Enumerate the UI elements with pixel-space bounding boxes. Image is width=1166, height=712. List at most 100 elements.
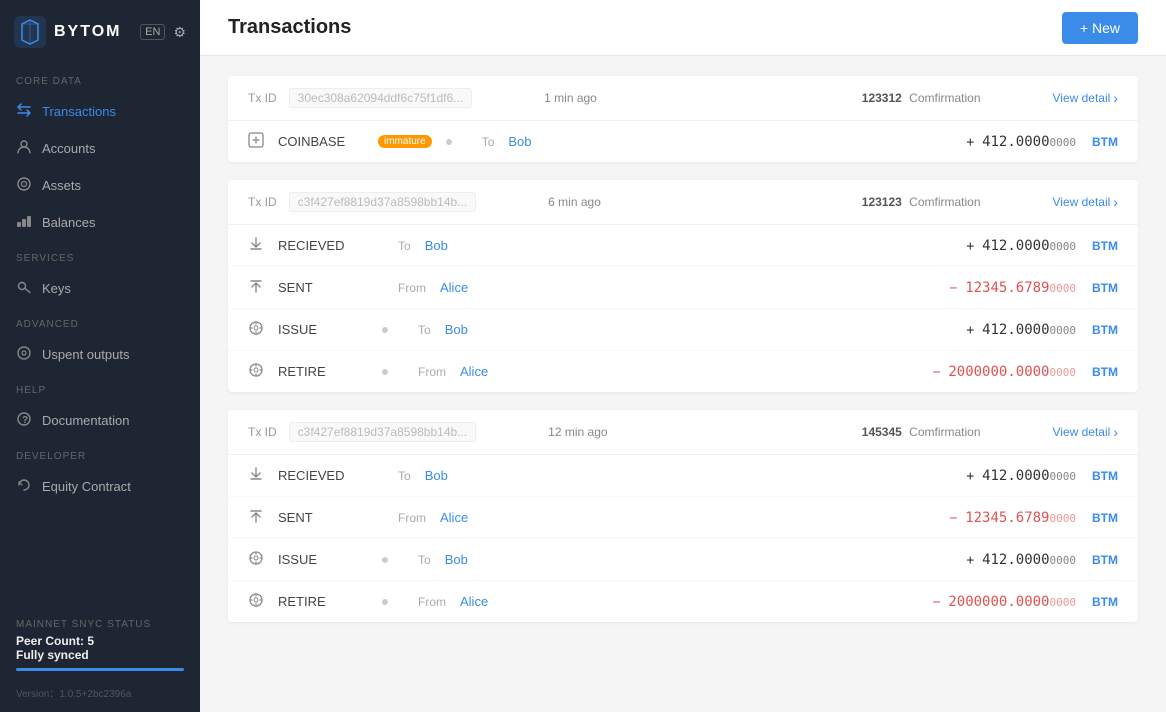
tx-id-label: Tx ID <box>248 195 277 209</box>
tx-direction-1-0: To <box>398 239 411 253</box>
tx-type-icon-1-2 <box>248 320 268 339</box>
tx-type-name-2-1: SENT <box>278 510 368 525</box>
tx-party-1-1[interactable]: Alice <box>440 280 468 295</box>
tx-id-label: Tx ID <box>248 425 277 439</box>
tx-time-1: 6 min ago <box>548 195 601 209</box>
tx-row-1-0: RECIEVED To Bob + 412.00000000 BTM <box>228 225 1138 267</box>
equity-contract-icon <box>16 477 32 496</box>
tx-amount-1-3: − 2000000.00000000 <box>933 364 1076 380</box>
tx-type-icon-0-0 <box>248 132 268 151</box>
tx-header-2: Tx ID c3f427ef8819d37a8598bb14b... 12 mi… <box>228 410 1138 455</box>
sync-progress-track <box>16 668 184 671</box>
sync-status-label: Fully synced <box>16 648 184 662</box>
tx-card-1: Tx ID c3f427ef8819d37a8598bb14b... 6 min… <box>228 180 1138 392</box>
tx-id-value-2: c3f427ef8819d37a8598bb14b... <box>289 422 477 442</box>
bytom-logo-icon <box>14 16 46 48</box>
assets-icon <box>16 176 32 195</box>
view-detail-2[interactable]: View detail › <box>1053 424 1119 440</box>
tx-id-value-0: 30ec308a62094ddf6c75f1df6... <box>289 88 472 108</box>
tx-amount-2-0: + 412.00000000 <box>966 468 1076 484</box>
new-button[interactable]: + New <box>1062 12 1138 44</box>
sidebar-item-accounts[interactable]: Accounts <box>0 130 200 167</box>
settings-icon[interactable]: ⚙ <box>173 24 186 41</box>
sidebar-item-documentation[interactable]: ? Documentation <box>0 402 200 439</box>
tx-party-1-0[interactable]: Bob <box>425 238 448 253</box>
tx-amount-2-2: + 412.00000000 <box>966 552 1076 568</box>
section-label-services: SERVICES <box>0 241 200 270</box>
tx-party-2-3[interactable]: Alice <box>460 594 488 609</box>
documentation-icon: ? <box>16 411 32 430</box>
tx-row-2-1: SENT From Alice − 12345.67890000 BTM <box>228 497 1138 539</box>
tx-type-icon-2-1 <box>248 508 268 527</box>
tx-currency-2-2: BTM <box>1092 553 1118 567</box>
view-detail-0[interactable]: View detail › <box>1053 90 1119 106</box>
sidebar-item-assets[interactable]: Assets <box>0 167 200 204</box>
language-badge[interactable]: EN <box>140 24 165 40</box>
tx-dot-2-2 <box>382 557 388 563</box>
tx-header-0: Tx ID 30ec308a62094ddf6c75f1df6... 1 min… <box>228 76 1138 121</box>
tx-row-2-3: RETIRE From Alice − 2000000.00000000 BTM <box>228 581 1138 622</box>
unspent-outputs-label: Uspent outputs <box>42 347 129 362</box>
balances-label: Balances <box>42 215 95 230</box>
tx-currency-2-1: BTM <box>1092 511 1118 525</box>
tx-id-label: Tx ID <box>248 91 277 105</box>
tx-row-0-0: COINBASE immature To Bob + 412.00000000 … <box>228 121 1138 162</box>
sidebar-item-keys[interactable]: Keys <box>0 270 200 307</box>
sidebar-logo: BYTOM EN ⚙ <box>0 0 200 64</box>
tx-party-0-0[interactable]: Bob <box>508 134 531 149</box>
tx-header-1: Tx ID c3f427ef8819d37a8598bb14b... 6 min… <box>228 180 1138 225</box>
documentation-label: Documentation <box>42 413 129 428</box>
peer-count: Peer Count: 5 <box>16 634 184 648</box>
equity-contract-label: Equity Contract <box>42 479 131 494</box>
tx-type-name-1-0: RECIEVED <box>278 238 368 253</box>
tx-amount-2-3: − 2000000.00000000 <box>933 594 1076 610</box>
tx-amount-0-0: + 412.00000000 <box>966 134 1076 150</box>
tx-type-name-1-3: RETIRE <box>278 364 368 379</box>
tx-currency-1-0: BTM <box>1092 239 1118 253</box>
sidebar-item-transactions[interactable]: Transactions <box>0 93 200 130</box>
svg-text:?: ? <box>22 415 28 426</box>
view-detail-1[interactable]: View detail › <box>1053 194 1119 210</box>
tx-currency-2-0: BTM <box>1092 469 1118 483</box>
tx-amount-1-1: − 12345.67890000 <box>950 280 1076 296</box>
tx-type-name-2-3: RETIRE <box>278 594 368 609</box>
tx-amount-1-2: + 412.00000000 <box>966 322 1076 338</box>
tx-party-1-2[interactable]: Bob <box>445 322 468 337</box>
tx-party-2-0[interactable]: Bob <box>425 468 448 483</box>
sidebar-item-equity-contract[interactable]: Equity Contract <box>0 468 200 505</box>
tx-type-name-1-2: ISSUE <box>278 322 368 337</box>
tx-time-2: 12 min ago <box>548 425 607 439</box>
tx-party-1-3[interactable]: Alice <box>460 364 488 379</box>
keys-icon <box>16 279 32 298</box>
assets-label: Assets <box>42 178 81 193</box>
tx-conf-num-1: 123123 <box>862 195 902 209</box>
tx-party-2-2[interactable]: Bob <box>445 552 468 567</box>
tx-direction-2-3: From <box>418 595 446 609</box>
tx-row-2-0: RECIEVED To Bob + 412.00000000 BTM <box>228 455 1138 497</box>
accounts-icon <box>16 139 32 158</box>
tx-type-icon-2-3 <box>248 592 268 611</box>
tx-id-value-1: c3f427ef8819d37a8598bb14b... <box>289 192 477 212</box>
tx-direction-1-3: From <box>418 365 446 379</box>
tx-party-2-1[interactable]: Alice <box>440 510 468 525</box>
tx-type-name-0-0: COINBASE <box>278 134 368 149</box>
sync-status-section: MAINNET SNYC STATUS Peer Count: 5 Fully … <box>0 605 200 677</box>
tx-row-1-3: RETIRE From Alice − 2000000.00000000 BTM <box>228 351 1138 392</box>
tx-dot-1-3 <box>382 369 388 375</box>
unspent-outputs-icon <box>16 345 32 364</box>
sync-section-label: MAINNET SNYC STATUS <box>16 619 184 630</box>
tx-row-1-1: SENT From Alice − 12345.67890000 BTM <box>228 267 1138 309</box>
tx-currency-0-0: BTM <box>1092 135 1118 149</box>
page-title: Transactions <box>228 16 351 39</box>
tx-amount-1-0: + 412.00000000 <box>966 238 1076 254</box>
sidebar-item-balances[interactable]: Balances <box>0 204 200 241</box>
tx-type-icon-2-0 <box>248 466 268 485</box>
tx-badge-0-0: immature <box>378 135 432 148</box>
tx-conf-num-2: 145345 <box>862 425 902 439</box>
main-content: Transactions + New Tx ID 30ec308a62094dd… <box>200 0 1166 712</box>
sidebar-item-unspent-outputs[interactable]: Uspent outputs <box>0 336 200 373</box>
tx-dot-0-0 <box>446 139 452 145</box>
tx-confirmation-0: 123312 Comfirmation <box>862 91 981 105</box>
tx-type-icon-1-1 <box>248 278 268 297</box>
transactions-list: Tx ID 30ec308a62094ddf6c75f1df6... 1 min… <box>200 56 1166 712</box>
